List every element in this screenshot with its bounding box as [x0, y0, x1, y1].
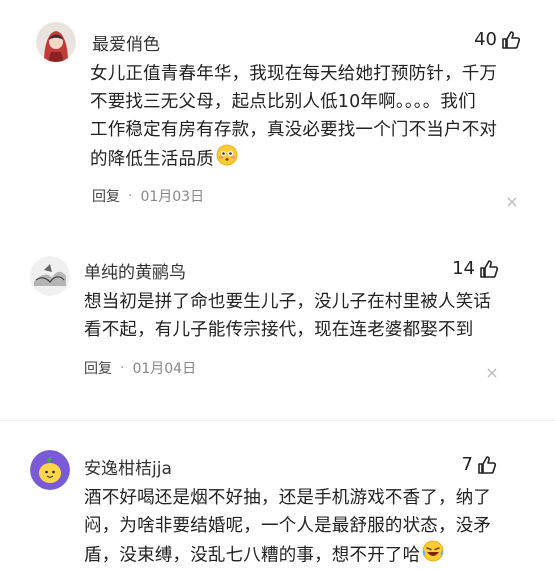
comment-line: 的降低生活品质: [90, 149, 214, 170]
avatar[interactable]: [36, 22, 76, 62]
like-count: 40: [474, 29, 497, 50]
comment-line: 女儿正值青春年华，我现在每天给她打预防针，千万: [90, 64, 498, 84]
close-icon[interactable]: [506, 193, 518, 207]
avatar[interactable]: [30, 256, 70, 296]
comment-line: 想当初是拼了命也要生儿子，没儿子在村里被人笑话: [84, 292, 492, 312]
comment-meta: 回复 · 01月03日: [92, 186, 204, 206]
flushed-face-emoji: [216, 144, 238, 175]
comment-line: 工作稳定有房有存款，真没必要找一个门不当户不对: [90, 120, 498, 140]
comment-item: 最爱俏色 40 女儿正值青春年华，我现在每天给她打预防针，千万 不要找三无父母，…: [0, 0, 555, 230]
username[interactable]: 安逸柑桔jja: [84, 454, 172, 479]
thumbs-up-icon: [477, 455, 497, 475]
like-count: 7: [461, 454, 473, 475]
comment-text: 想当初是拼了命也要生儿子，没儿子在村里被人笑话 看不起，有儿子能传宗接代，现在连…: [84, 288, 491, 344]
thumbs-up-icon: [501, 30, 521, 50]
like-button[interactable]: 40: [474, 29, 521, 50]
like-button[interactable]: 14: [452, 258, 499, 279]
comment-date: 01月03日: [140, 189, 205, 205]
comment-line: 不要找三无父母，起点比别人低10年啊。。。。我们: [90, 92, 476, 112]
close-icon[interactable]: [486, 364, 498, 378]
comment-line: 看不起，有儿子能传宗接代，现在连老婆都娶不到: [84, 320, 474, 340]
laughing-crying-emoji: [422, 540, 444, 571]
username[interactable]: 最爱俏色: [92, 30, 160, 55]
comment-line: 酒不好喝还是烟不好抽，还是手机游戏不香了，纳了: [84, 488, 492, 508]
comment-item: 单纯的黄鹂鸟 14 想当初是拼了命也要生儿子，没儿子在村里被人笑话 看不起，有儿…: [0, 230, 555, 420]
separator-dot: ·: [120, 360, 125, 376]
comment-line: 盾，没束缚，没乱七八糟的事，想不开了哈: [84, 545, 421, 566]
comment-text: 女儿正值青春年华，我现在每天给她打预防针，千万 不要找三无父母，起点比别人低10…: [90, 60, 497, 175]
comment-text: 酒不好喝还是烟不好抽，还是手机游戏不香了，纳了 闷，为啥非要结婚呢，一个人是最舒…: [84, 484, 491, 571]
thumbs-up-icon: [479, 259, 499, 279]
comment-meta: 回复 · 01月04日: [84, 358, 196, 378]
comment-line: 闷，为啥非要结婚呢，一个人是最舒服的状态，没矛: [84, 516, 492, 536]
username[interactable]: 单纯的黄鹂鸟: [84, 258, 186, 283]
avatar[interactable]: [30, 450, 70, 490]
reply-button[interactable]: 回复: [84, 358, 112, 378]
comment-item: 安逸柑桔jja 7 酒不好喝还是烟不好抽，还是手机游戏不香了，纳了 闷，为啥非要…: [0, 420, 555, 568]
reply-button[interactable]: 回复: [92, 186, 120, 206]
separator-dot: ·: [128, 188, 133, 204]
like-button[interactable]: 7: [462, 454, 497, 475]
like-count: 14: [452, 258, 475, 279]
comment-date: 01月04日: [132, 361, 197, 377]
